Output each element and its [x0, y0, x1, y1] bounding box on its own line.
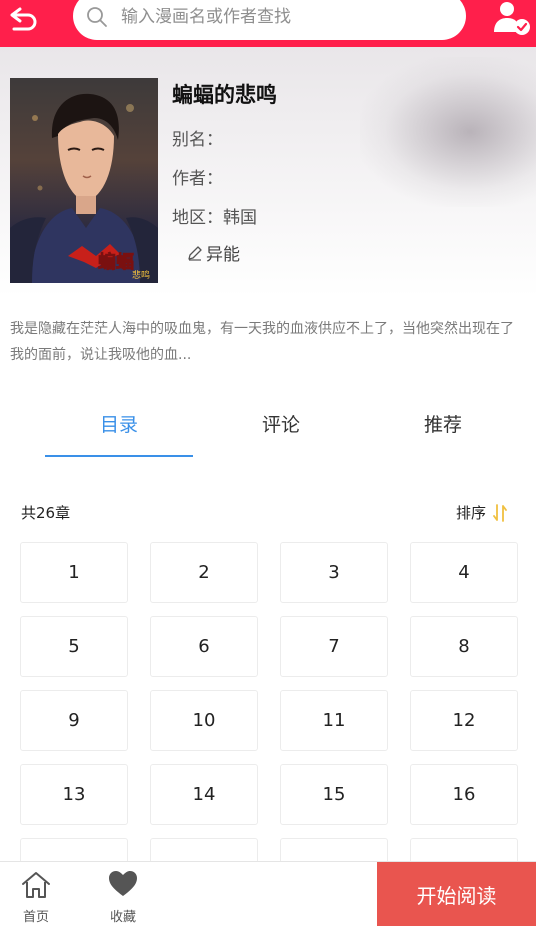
user-button[interactable]	[490, 0, 534, 40]
tab-recommend[interactable]: 推荐	[369, 410, 517, 450]
chapter-button[interactable]: 16	[410, 764, 518, 825]
favorite-button[interactable]: 收藏	[93, 862, 153, 926]
chapter-button[interactable]: 4	[410, 542, 518, 603]
top-bar	[0, 0, 536, 47]
chapter-button[interactable]: 6	[150, 616, 258, 677]
search-icon	[87, 7, 107, 27]
search-input[interactable]	[121, 4, 451, 30]
chapter-button[interactable]: 5	[20, 616, 128, 677]
sort-arrows-icon	[493, 503, 507, 522]
pencil-icon	[188, 245, 202, 261]
chapter-button[interactable]: 13	[20, 764, 128, 825]
chapter-button[interactable]: 15	[280, 764, 388, 825]
back-arrow-icon	[10, 7, 37, 31]
chapter-button[interactable]: 14	[150, 764, 258, 825]
chapter-button[interactable]: 1	[20, 542, 128, 603]
sort-label: 排序	[456, 504, 487, 522]
back-button[interactable]	[8, 6, 40, 36]
start-reading-button[interactable]: 开始阅读	[377, 862, 536, 926]
comic-title: 蝙蝠的悲鸣	[172, 83, 277, 107]
user-check-icon	[494, 2, 530, 35]
chapter-count: 共26章	[21, 504, 71, 522]
home-button[interactable]: 首页	[6, 862, 66, 926]
comic-alias: 别名：	[172, 130, 223, 150]
background-blur	[360, 57, 536, 207]
home-label: 首页	[22, 910, 49, 925]
comic-region: 地区：韩国	[172, 208, 257, 228]
comic-author: 作者：	[172, 169, 223, 189]
chapter-button[interactable]: 8	[410, 616, 518, 677]
tab-comments[interactable]: 评论	[207, 410, 355, 450]
chapter-button[interactable]: 9	[20, 690, 128, 751]
chapter-button[interactable]: 11	[280, 690, 388, 751]
cover-logo-text: 蝙蝠	[98, 251, 134, 273]
tab-bar: 目录 评论 推荐	[0, 410, 536, 458]
tag-label: 异能	[206, 245, 240, 265]
sort-button[interactable]: 排序	[456, 502, 508, 523]
chapter-button[interactable]: 12	[410, 690, 518, 751]
comic-description: 我是隐藏在茫茫人海中的吸血鬼，有一天我的血液供应不上了，当他突然出现在了我的面前…	[10, 321, 514, 363]
comic-cover: 蝙蝠 悲鸣	[10, 78, 158, 283]
cover-logo-subtext: 悲鸣	[132, 269, 150, 281]
tab-catalog[interactable]: 目录	[45, 410, 193, 450]
chapter-button[interactable]: 7	[280, 616, 388, 677]
tab-underline	[45, 455, 193, 457]
favorite-label: 收藏	[109, 910, 136, 925]
bottom-bar: 首页 收藏 开始阅读	[0, 861, 536, 926]
chapter-button[interactable]: 3	[280, 542, 388, 603]
search-bar[interactable]	[73, 0, 466, 40]
chapter-button[interactable]: 10	[150, 690, 258, 751]
chapter-button[interactable]: 2	[150, 542, 258, 603]
heart-icon	[109, 871, 137, 896]
comic-tag[interactable]: 异能	[186, 240, 240, 265]
home-icon	[22, 872, 50, 898]
